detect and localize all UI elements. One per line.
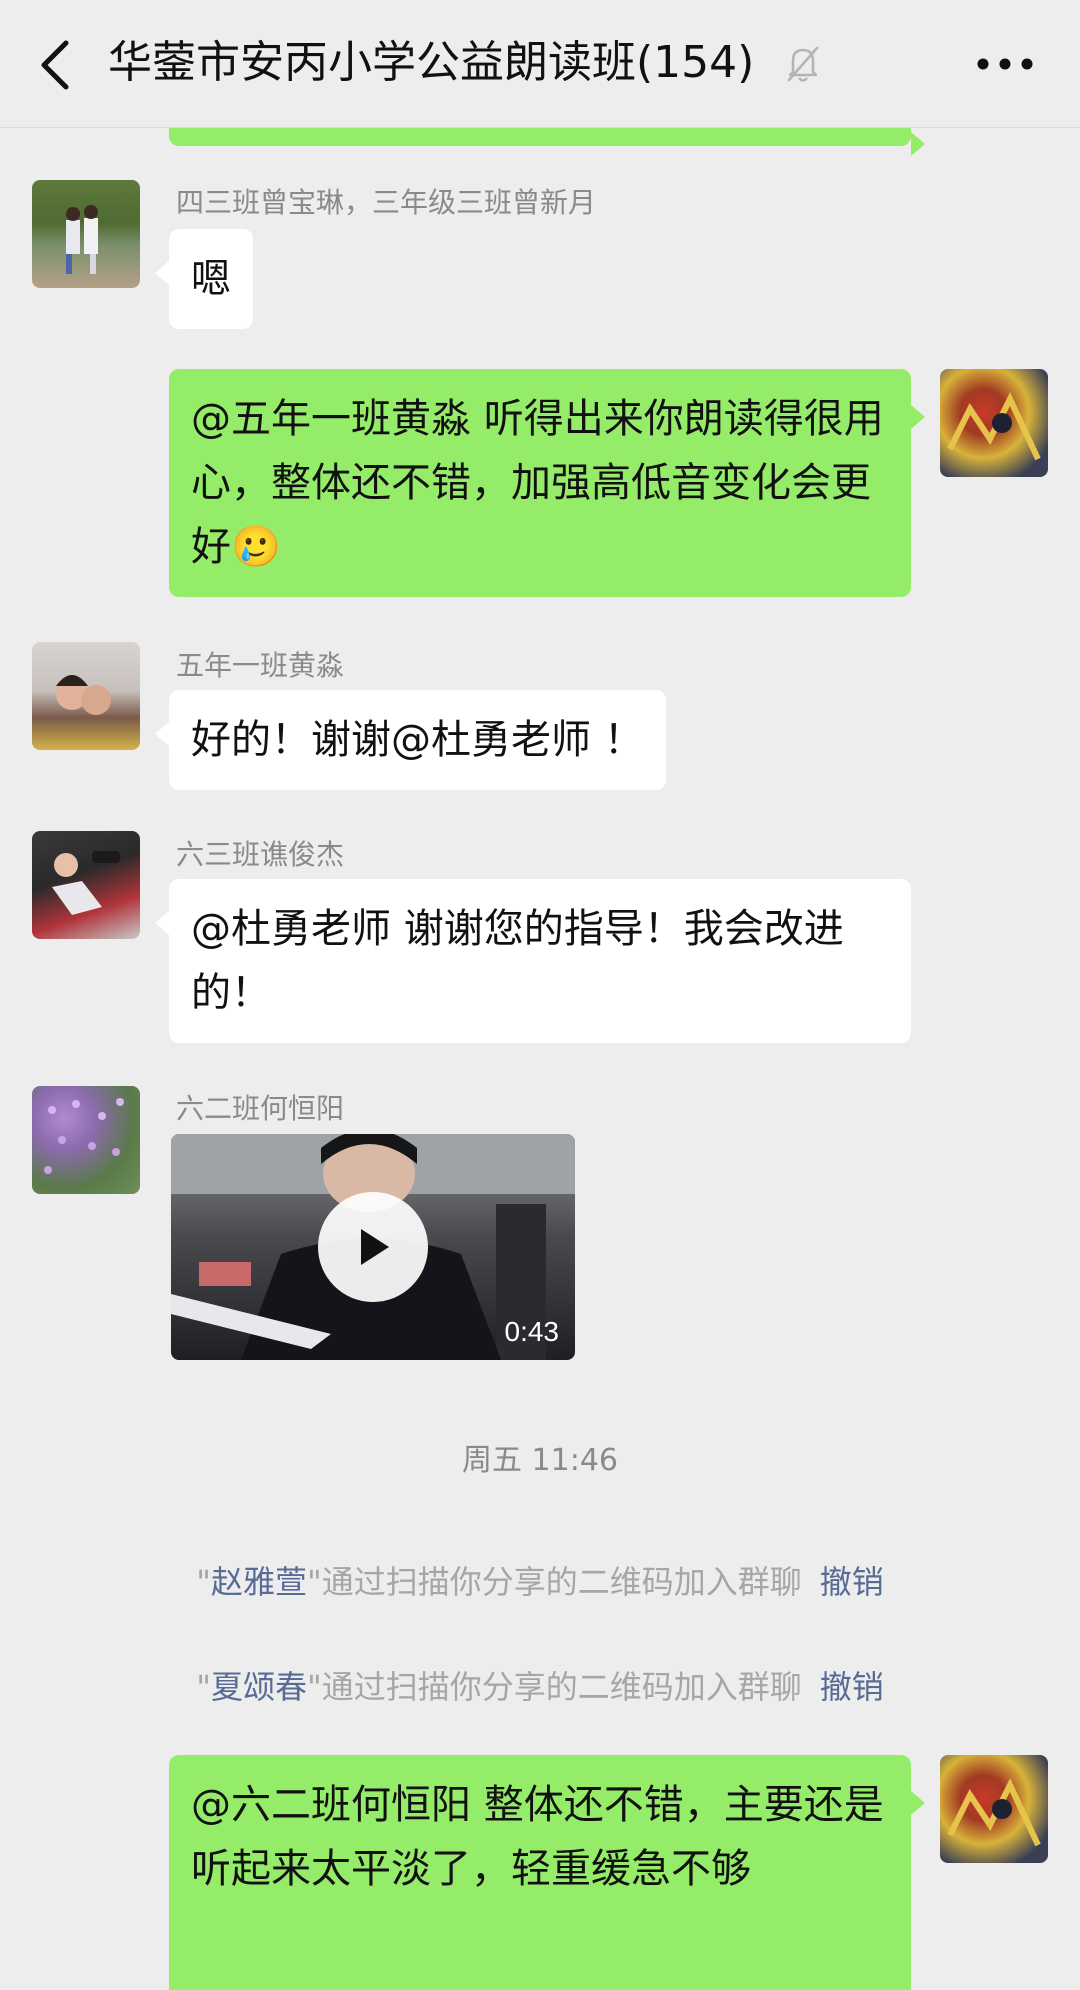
back-button[interactable] (30, 30, 80, 100)
chevron-left-icon (41, 40, 69, 90)
message-bubble[interactable]: @六二班何恒阳 整体还不错，主要还是听起来太平淡了，轻重缓急不够 (169, 1755, 925, 1990)
play-button[interactable] (318, 1192, 428, 1302)
timestamp: 周五 11:46 (462, 1443, 618, 1478)
sender-name: 六三班谯俊杰 (176, 838, 345, 871)
more-button[interactable] (975, 42, 1035, 86)
avatar[interactable] (32, 180, 140, 288)
message-bubble[interactable]: @杜勇老师 谢谢您的指导！我会改进的！ (155, 879, 911, 1043)
notice-text: 通过扫描你分享的二维码加入群聊 (321, 1668, 802, 1706)
more-dots-icon (977, 58, 1033, 70)
message-text: @五年一班黄淼 听得出来你朗读得很用心，整体还不错，加强高低音变化会更好 (191, 396, 884, 570)
video-message[interactable]: 0:43 (171, 1134, 575, 1360)
self-avatar[interactable] (940, 1755, 1048, 1863)
self-avatar[interactable] (940, 369, 1048, 477)
emoji: 🥲 (231, 524, 281, 570)
sender-name: 四三班曾宝琳，三年级三班曾新月 (176, 186, 597, 219)
revoke-link[interactable]: 撤销 (820, 1668, 884, 1706)
play-icon (361, 1229, 389, 1265)
sender-name: 六二班何恒阳 (176, 1092, 345, 1125)
avatar[interactable] (32, 642, 140, 750)
sender-name: 五年一班黄淼 (176, 649, 345, 682)
avatar[interactable] (32, 1086, 140, 1194)
message-bubble[interactable]: 嗯 (155, 229, 253, 329)
user-link[interactable]: 夏颂春 (211, 1668, 307, 1706)
bell-off-icon (787, 46, 819, 82)
user-link[interactable]: 赵雅萱 (211, 1563, 307, 1601)
video-duration: 0:43 (504, 1316, 560, 1347)
message-bubble[interactable]: @五年一班黄淼 听得出来你朗读得很用心，整体还不错，加强高低音变化会更好🥲 (169, 369, 925, 597)
system-notice: "赵雅萱"通过扫描你分享的二维码加入群聊 撤销 (196, 1563, 884, 1601)
revoke-link[interactable]: 撤销 (820, 1563, 884, 1601)
chat-header: 华蓥市安丙小学公益朗读班(154) (0, 0, 1080, 128)
notice-text: 通过扫描你分享的二维码加入群聊 (321, 1563, 802, 1601)
chat-title: 华蓥市安丙小学公益朗读班(154) (108, 37, 755, 88)
mute-indicator (785, 44, 821, 84)
system-notice: "夏颂春"通过扫描你分享的二维码加入群聊 撤销 (196, 1668, 884, 1706)
message-bubble[interactable]: 好的！谢谢@杜勇老师 ！ (155, 690, 666, 790)
avatar[interactable] (32, 831, 140, 939)
